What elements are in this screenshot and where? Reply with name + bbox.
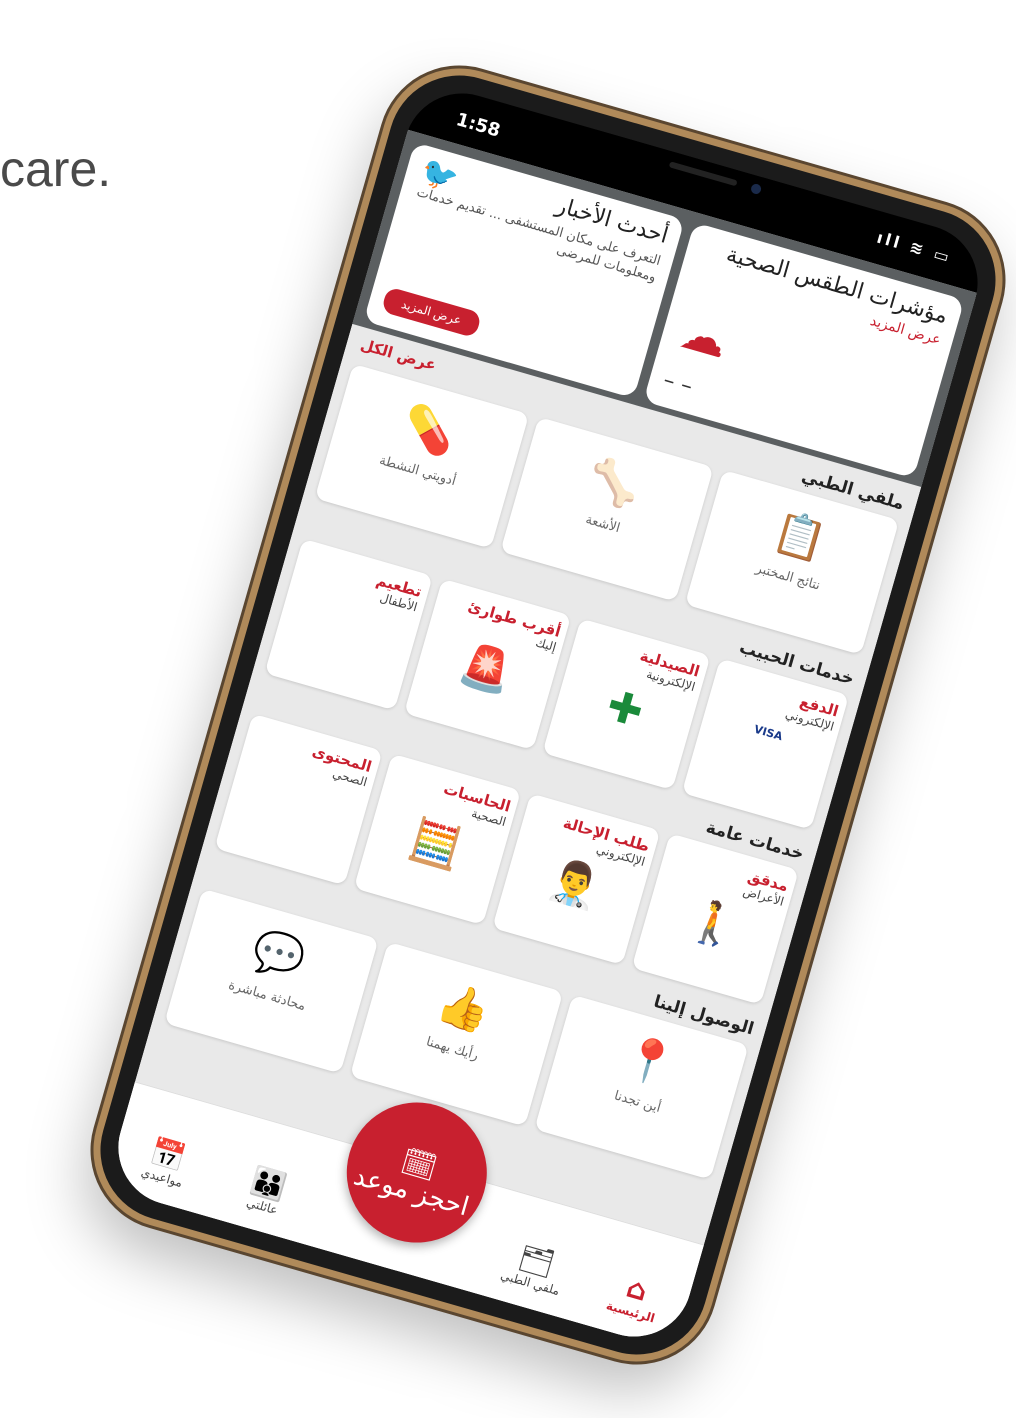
nav-medical-file[interactable]: 🗂 ملفي الطبي xyxy=(490,1234,580,1301)
cloud-sun-icon: ☁ xyxy=(674,304,734,369)
nav-appointments[interactable]: 📅 مواعيدي xyxy=(121,1128,211,1195)
nav-home[interactable]: ⌂ الرئيسية xyxy=(590,1262,680,1329)
twitter-icon: 🐦 xyxy=(416,153,463,198)
weather-value: – – xyxy=(660,367,696,400)
signal-wifi-battery-icon: ıll ≋ ▭ xyxy=(874,227,955,268)
background-caption: care. xyxy=(0,141,112,197)
nav-family[interactable]: 👪 عائلتي xyxy=(222,1157,312,1224)
status-time: 1:58 xyxy=(453,109,503,142)
app-content: مؤشرات الطقس الصحية عرض المزيد ☁ – – 🐦 أ… xyxy=(104,129,977,1351)
phone-mockup: 1:58 ıll ≋ ▭ مؤشرات الطقس الصحية عرض الم… xyxy=(75,50,1016,1380)
news-more-button[interactable]: عرض المزيد xyxy=(380,286,482,339)
